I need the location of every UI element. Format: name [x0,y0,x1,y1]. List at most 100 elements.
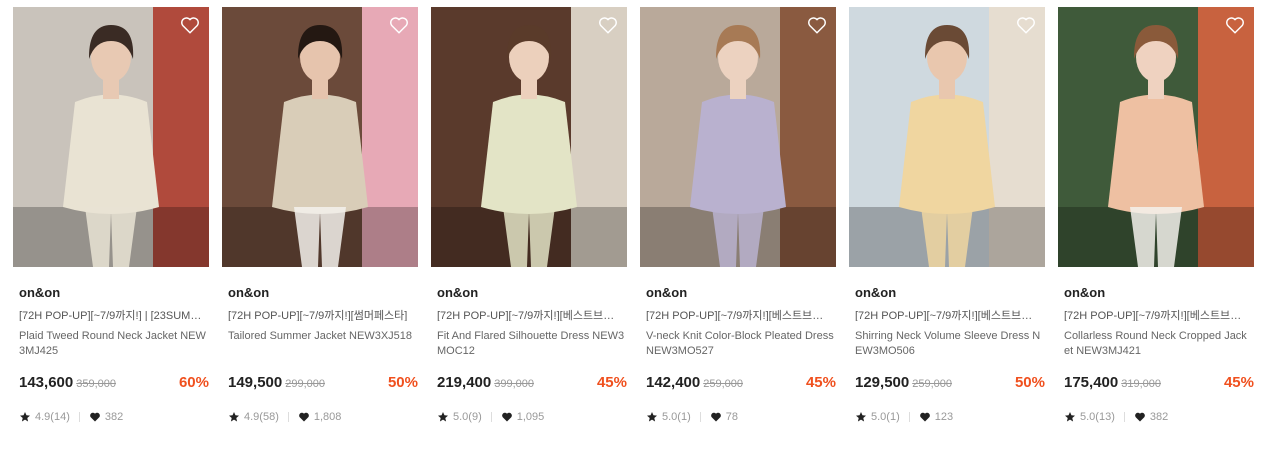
discount-rate: 45% [805,374,836,391]
discount-rate: 45% [596,374,627,391]
product-title[interactable]: Shirring Neck Volume Sleeve Dress NEW3MO… [855,329,1043,359]
discount-rate: 50% [387,374,418,391]
divider [699,412,701,422]
promo-label[interactable]: [72H POP-UP][~7/9까지!][베스트브랜드] [855,307,1041,321]
wishlist-heart-icon[interactable] [597,14,619,36]
likes-count: 78 [725,411,738,423]
product-photo [13,7,209,267]
rating-text: 5.0(9) [453,411,482,423]
price-row: 149,500 299,000 50% [228,374,418,394]
heart-filled-icon [919,412,930,422]
product-photo [222,7,418,267]
sale-price: 129,500 [855,374,910,391]
product-grid: on&on [72H POP-UP][~7/9까지!] | [23SUMMER]… [0,0,1262,462]
star-icon [647,412,657,422]
heart-filled-icon [298,412,309,422]
sale-price: 175,400 [1064,374,1119,391]
likes-count: 1,095 [516,411,545,423]
brand-name[interactable]: on&on [855,285,1045,301]
rating-text: 4.9(58) [244,411,279,423]
heart-filled-icon [1134,412,1145,422]
heart-filled-icon [89,412,100,422]
wishlist-heart-icon[interactable] [1224,14,1246,36]
brand-name[interactable]: on&on [19,285,209,301]
sale-price: 143,600 [19,374,74,391]
divider [490,412,492,422]
promo-label[interactable]: [72H POP-UP][~7/9까지!][베스트브랜드] [646,307,832,321]
product-photo [849,7,1045,267]
product-image[interactable] [849,7,1045,267]
likes-count: 382 [104,411,124,423]
original-price: 259,000 [703,378,743,390]
original-price: 399,000 [494,378,534,390]
product-title[interactable]: Collarless Round Neck Cropped Jacket NEW… [1064,329,1252,359]
rating-text: 4.9(14) [35,411,70,423]
promo-label[interactable]: [72H POP-UP][~7/9까지!] | [23SUMMER] [19,307,205,321]
product-image[interactable] [222,7,418,267]
promo-label[interactable]: [72H POP-UP][~7/9까지!][베스트브랜드] [437,307,623,321]
product-title[interactable]: Fit And Flared Silhouette Dress NEW3MOC1… [437,329,625,359]
star-icon [20,412,30,422]
wishlist-heart-icon[interactable] [388,14,410,36]
brand-name[interactable]: on&on [646,285,836,301]
product-photo [640,7,836,267]
wishlist-heart-icon[interactable] [806,14,828,36]
price-row: 219,400 399,000 45% [437,374,627,394]
product-image[interactable] [13,7,209,267]
star-icon [856,412,866,422]
original-price: 299,000 [285,378,325,390]
divider [287,412,289,422]
discount-rate: 45% [1223,374,1254,391]
heart-filled-icon [501,412,512,422]
divider [78,412,80,422]
review-stats: 5.0(13) 382 [1064,410,1254,424]
product-photo [1058,7,1254,267]
review-stats: 5.0(9) 1,095 [437,410,627,424]
promo-label[interactable]: [72H POP-UP][~7/9까지!][썸머페스타] [228,307,414,321]
review-stats: 5.0(1) 123 [855,410,1045,424]
product-title[interactable]: Tailored Summer Jacket NEW3XJ518 [228,329,416,359]
sale-price: 149,500 [228,374,283,391]
original-price: 259,000 [912,378,952,390]
price-row: 175,400 319,000 45% [1064,374,1254,394]
rating-text: 5.0(1) [662,411,691,423]
heart-filled-icon [710,412,721,422]
rating-text: 5.0(1) [871,411,900,423]
likes-count: 1,808 [313,411,342,423]
original-price: 319,000 [1121,378,1161,390]
brand-name[interactable]: on&on [228,285,418,301]
product-card-1[interactable]: on&on [72H POP-UP][~7/9까지!] | [23SUMMER]… [13,7,209,424]
product-card-3[interactable]: on&on [72H POP-UP][~7/9까지!][베스트브랜드] Fit … [431,7,627,424]
product-card-2[interactable]: on&on [72H POP-UP][~7/9까지!][썸머페스타] Tailo… [222,7,418,424]
product-card-6[interactable]: on&on [72H POP-UP][~7/9까지!][베스트브랜드] Coll… [1058,7,1254,424]
divider [1123,412,1125,422]
original-price: 359,000 [76,378,116,390]
product-image[interactable] [1058,7,1254,267]
product-card-4[interactable]: on&on [72H POP-UP][~7/9까지!][베스트브랜드] V-ne… [640,7,836,424]
sale-price: 142,400 [646,374,701,391]
review-stats: 5.0(1) 78 [646,410,836,424]
review-stats: 4.9(58) 1,808 [228,410,418,424]
divider [908,412,910,422]
product-photo [431,7,627,267]
wishlist-heart-icon[interactable] [179,14,201,36]
product-title[interactable]: Plaid Tweed Round Neck Jacket NEW3MJ425 [19,329,207,359]
promo-label[interactable]: [72H POP-UP][~7/9까지!][베스트브랜드] [1064,307,1250,321]
discount-rate: 50% [1014,374,1045,391]
wishlist-heart-icon[interactable] [1015,14,1037,36]
price-row: 143,600 359,000 60% [19,374,209,394]
sale-price: 219,400 [437,374,492,391]
product-card-5[interactable]: on&on [72H POP-UP][~7/9까지!][베스트브랜드] Shir… [849,7,1045,424]
rating-text: 5.0(13) [1080,411,1115,423]
likes-count: 123 [934,411,954,423]
brand-name[interactable]: on&on [437,285,627,301]
product-image[interactable] [640,7,836,267]
price-row: 129,500 259,000 50% [855,374,1045,394]
product-title[interactable]: V-neck Knit Color-Block Pleated Dress NE… [646,329,834,359]
star-icon [438,412,448,422]
star-icon [1065,412,1075,422]
product-image[interactable] [431,7,627,267]
discount-rate: 60% [178,374,209,391]
likes-count: 382 [1149,411,1169,423]
brand-name[interactable]: on&on [1064,285,1254,301]
